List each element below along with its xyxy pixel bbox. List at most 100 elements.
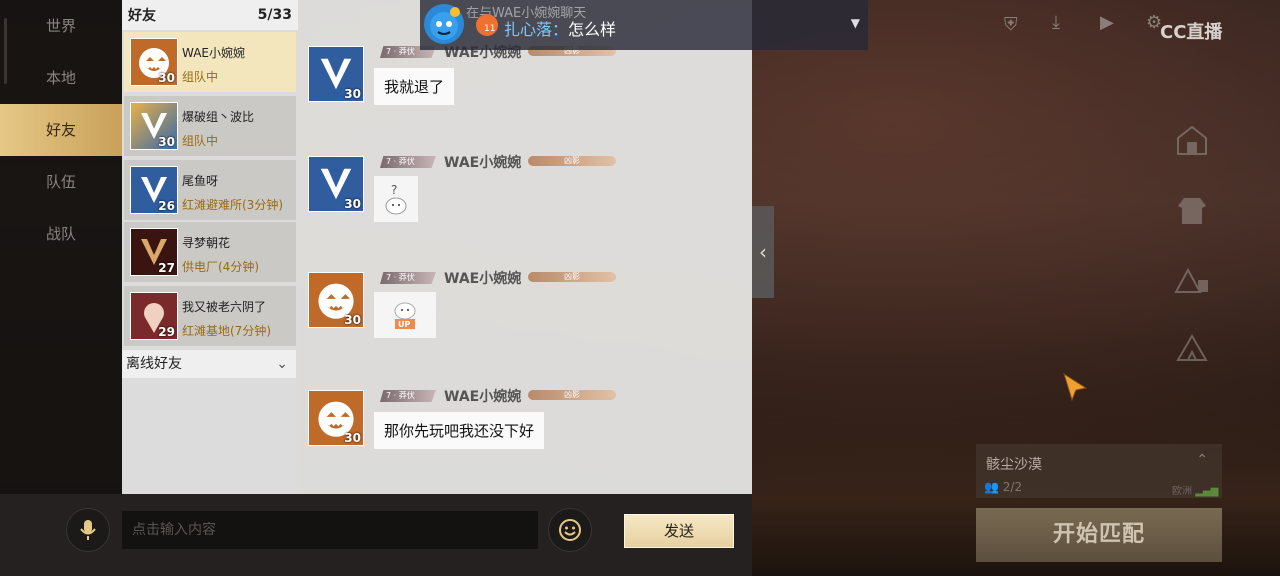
friend-name: 爆破组丶波比 — [182, 110, 255, 124]
v-emblem-blue-avatar[interactable]: 30 — [308, 156, 364, 212]
signal-icon: ▂▄▆ — [1195, 486, 1219, 497]
message-bubble: 我就退了 — [374, 68, 455, 105]
friend-status: 组队中 — [182, 70, 219, 84]
message-level: 30 — [344, 87, 361, 101]
message-bubble: 那你先玩吧我还没下好 — [374, 412, 545, 449]
title-tag: 凶影 — [528, 272, 616, 282]
message-level: 30 — [344, 431, 361, 445]
rank-badge: 7 · 莽伏 — [380, 390, 436, 402]
offline-friends-toggle[interactable]: 离线好友 ⌄ — [122, 350, 296, 378]
shield-icon[interactable]: ⛨ — [1004, 14, 1018, 35]
download-icon[interactable]: ⤓ — [1052, 12, 1060, 33]
friend-item[interactable]: 26 尾鱼呀 红滩避难所(3分钟) — [124, 160, 296, 220]
nav-tab-clan[interactable]: 战队 — [0, 208, 122, 260]
chat-notification-banner[interactable]: 在与WAE小婉婉聊天 11 扎心落：怎么样 ▼ — [420, 0, 868, 50]
chat-message: 30 7 · 莽伏 WAE小婉婉 凶影 我就退了 — [308, 45, 728, 136]
dropdown-arrow-icon[interactable]: ▼ — [851, 16, 860, 30]
people-icon: 👥 — [984, 480, 999, 494]
nav-tab-team[interactable]: 队伍 — [0, 156, 122, 208]
player-count: 👥 2/2 — [984, 480, 1022, 494]
banner-text: 怎么样 — [568, 20, 617, 39]
mascot-avatar — [424, 4, 464, 44]
friends-panel: 好友 5/33 30 WAE小婉婉 组队中 30 爆破组丶波比 组队中 26 尾… — [122, 0, 298, 494]
chevron-down-icon: ⌄ — [276, 356, 288, 372]
cc-live-logo: CC直播 — [1160, 22, 1223, 43]
map-name: 骸尘沙漠 — [986, 457, 1042, 473]
v-emblem-gold-avatar: 30 — [130, 102, 178, 150]
title-tag: 凶影 — [528, 390, 616, 400]
jacket-icon[interactable] — [1164, 182, 1220, 238]
chat-channel-nav: 世界 本地 好友 队伍 战队 — [0, 0, 122, 494]
friend-level: 30 — [158, 135, 175, 149]
rank-badge: 7 · 莽伏 — [380, 156, 436, 168]
nav-tab-local[interactable]: 本地 — [0, 52, 122, 104]
emoji-button[interactable] — [548, 508, 592, 552]
rank-badge: 7 · 莽伏 — [380, 272, 436, 284]
camp-icon[interactable] — [1164, 252, 1220, 308]
chevron-up-icon: ⌃ — [1196, 452, 1208, 468]
friend-status: 红滩避难所(3分钟) — [182, 198, 283, 212]
friend-item[interactable]: 30 爆破组丶波比 组队中 — [124, 96, 296, 156]
banner-sender: 扎心落 — [504, 20, 553, 39]
title-tag: 凶影 — [528, 156, 616, 166]
chevron-left-icon: ‹ — [759, 240, 767, 264]
up-cat-sticker: UP — [374, 292, 436, 338]
friend-status: 组队中 — [182, 134, 219, 148]
chat-input-bar: 发送 — [0, 494, 752, 576]
chat-message-area[interactable]: 30 7 · 莽伏 WAE小婉婉 凶影 我就退了 30 7 · 莽伏 WAE小婉… — [298, 0, 752, 494]
sender-avatar: 11 — [476, 14, 498, 36]
send-button[interactable]: 发送 — [624, 514, 734, 548]
sender-badge-number: 11 — [484, 24, 496, 34]
chat-message: 30 7 · 莽伏 WAE小婉婉 凶影 那你先玩吧我还没下好 — [308, 389, 728, 480]
banner-message: 扎心落：怎么样 — [504, 16, 616, 40]
player-count-value: 2/2 — [1002, 480, 1023, 494]
nav-tab-friends[interactable]: 好友 — [0, 104, 122, 156]
friend-item[interactable]: 30 WAE小婉婉 组队中 — [124, 32, 296, 92]
svg-text:?: ? — [391, 183, 397, 197]
flower-avatar: 29 — [130, 292, 178, 340]
friend-item[interactable]: 27 寻梦朝花 供电厂(4分钟) — [124, 222, 296, 282]
smiley-icon — [559, 519, 581, 541]
friend-name: 寻梦朝花 — [182, 236, 231, 250]
server-region: 欧洲 ▂▄▆ — [1172, 482, 1218, 497]
offline-friends-label: 离线好友 — [126, 356, 182, 372]
map-selector[interactable]: 骸尘沙漠 ⌃ 👥 2/2 欧洲 ▂▄▆ — [976, 444, 1222, 498]
pumpkin-avatar[interactable]: 30 — [308, 272, 364, 328]
chat-text-input[interactable] — [122, 511, 538, 549]
tent-icon[interactable] — [1164, 320, 1220, 376]
start-match-button[interactable]: 开始匹配 — [976, 508, 1222, 562]
friend-level: 30 — [158, 71, 175, 85]
nav-tab-world[interactable]: 世界 — [0, 0, 122, 52]
message-level: 30 — [344, 313, 361, 327]
friend-level: 29 — [158, 325, 175, 339]
region-label: 欧洲 — [1172, 486, 1192, 497]
friend-item[interactable]: 29 我又被老六阴了 红滩基地(7分钟) — [124, 286, 296, 346]
question-cat-sticker: ? — [374, 176, 418, 222]
chat-message: 30 7 · 莽伏 WAE小婉婉 凶影 UP — [308, 271, 728, 362]
svg-text:UP: UP — [398, 320, 410, 329]
cursor-arrow-icon — [1063, 372, 1088, 402]
voice-input-button[interactable] — [66, 508, 110, 552]
friend-level: 27 — [158, 261, 175, 275]
pumpkin-avatar[interactable]: 30 — [308, 390, 364, 446]
video-icon[interactable]: ▶ — [1100, 12, 1114, 33]
friend-name: 我又被老六阴了 — [182, 300, 267, 314]
microphone-icon — [80, 520, 96, 540]
pumpkin-avatar: 30 — [130, 38, 178, 86]
friends-title: 好友 — [128, 8, 156, 24]
collapse-chat-button[interactable]: ‹ — [752, 206, 774, 298]
friend-status: 红滩基地(7分钟) — [182, 324, 271, 338]
house-icon[interactable] — [1164, 112, 1220, 168]
v-emblem-blue-avatar[interactable]: 30 — [308, 46, 364, 102]
message-username: WAE小婉婉 — [444, 155, 522, 171]
message-username: WAE小婉婉 — [444, 389, 522, 405]
message-level: 30 — [344, 197, 361, 211]
message-username: WAE小婉婉 — [444, 271, 522, 287]
friend-level: 26 — [158, 199, 175, 213]
chat-message: 30 7 · 莽伏 WAE小婉婉 凶影 ? — [308, 155, 728, 246]
friends-count: 5/33 — [257, 7, 292, 23]
banner-separator: ： — [552, 20, 569, 39]
friend-status: 供电厂(4分钟) — [182, 260, 259, 274]
v-emblem-dark-avatar: 27 — [130, 228, 178, 276]
friends-header: 好友 5/33 — [122, 0, 298, 30]
